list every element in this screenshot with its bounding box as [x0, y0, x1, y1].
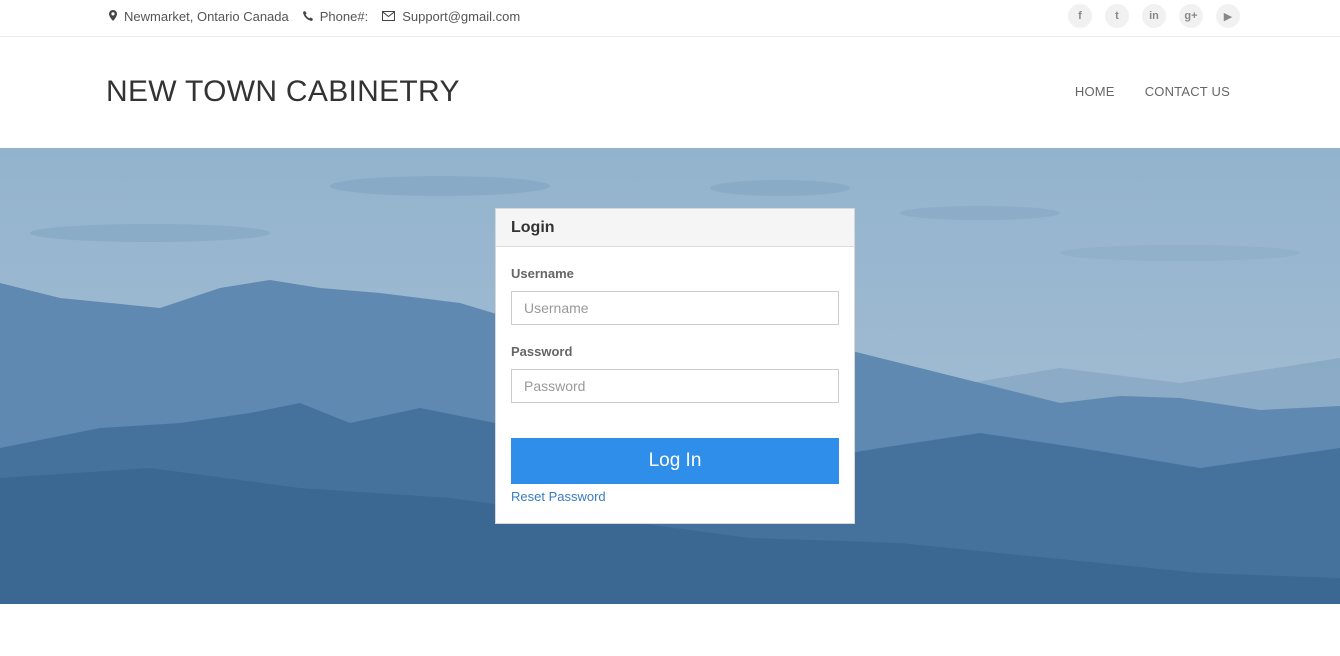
- twitter-icon[interactable]: t: [1105, 4, 1129, 28]
- nav-home-link[interactable]: HOME: [1075, 84, 1115, 99]
- username-label: Username: [511, 266, 574, 281]
- envelope-icon: [382, 9, 402, 24]
- login-button[interactable]: Log In: [511, 438, 839, 484]
- top-info-bar: Newmarket, Ontario Canada Phone#: Suppor…: [0, 0, 1340, 37]
- linkedin-icon[interactable]: in: [1142, 4, 1166, 28]
- phone-icon: [302, 9, 320, 24]
- map-marker-icon: [109, 9, 124, 24]
- facebook-icon[interactable]: f: [1068, 4, 1092, 28]
- login-panel-title: Login: [496, 209, 854, 247]
- site-header: NEW TOWN CABINETRY HOME CONTACT US: [0, 37, 1340, 148]
- email-link[interactable]: Support@gmail.com: [402, 9, 520, 24]
- main-nav: HOME CONTACT US: [1045, 84, 1230, 99]
- google-plus-icon[interactable]: g+: [1179, 4, 1203, 28]
- brand-logo[interactable]: NEW TOWN CABINETRY: [106, 75, 460, 109]
- reset-password-link[interactable]: Reset Password: [511, 489, 606, 504]
- social-links: f t in g+ ▶: [1055, 4, 1240, 28]
- username-input[interactable]: [511, 291, 839, 325]
- phone-info: Phone#:: [302, 9, 369, 24]
- location-text: Newmarket, Ontario Canada: [124, 9, 289, 24]
- login-panel: Login Username Password Log In Reset Pas…: [495, 208, 855, 524]
- contact-info: Newmarket, Ontario Canada Phone#: Suppor…: [109, 0, 534, 33]
- password-input[interactable]: [511, 369, 839, 403]
- youtube-icon[interactable]: ▶: [1216, 4, 1240, 28]
- password-label: Password: [511, 344, 573, 359]
- phone-label: Phone#:: [319, 9, 369, 24]
- location-info: Newmarket, Ontario Canada: [109, 9, 289, 24]
- email-info: Support@gmail.com: [382, 9, 520, 24]
- nav-contact-link[interactable]: CONTACT US: [1145, 84, 1230, 99]
